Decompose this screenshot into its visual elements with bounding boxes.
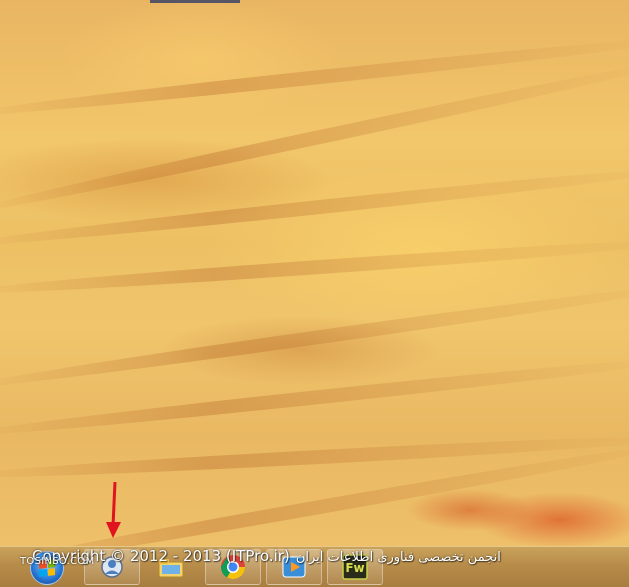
taskbar-file-explorer-button[interactable] — [143, 549, 199, 585]
taskbar-fireworks-button[interactable]: Fw — [327, 549, 383, 585]
file-explorer-icon — [158, 559, 184, 578]
top-edge-bar — [150, 0, 240, 3]
red-arrow-annotation — [106, 482, 121, 538]
fireworks-icon: Fw — [342, 554, 368, 580]
taskbar-media-player-button[interactable] — [266, 549, 322, 585]
desktop-wallpaper — [0, 0, 629, 546]
taskbar-user-account-button[interactable] — [84, 549, 140, 585]
chrome-icon — [221, 555, 245, 580]
tosinso-brand-text: TOSINSO.COM — [20, 556, 95, 567]
media-player-icon — [282, 556, 306, 578]
taskbar-chrome-button[interactable] — [205, 549, 261, 585]
svg-text:Fw: Fw — [345, 561, 364, 575]
user-account-icon — [101, 556, 123, 578]
